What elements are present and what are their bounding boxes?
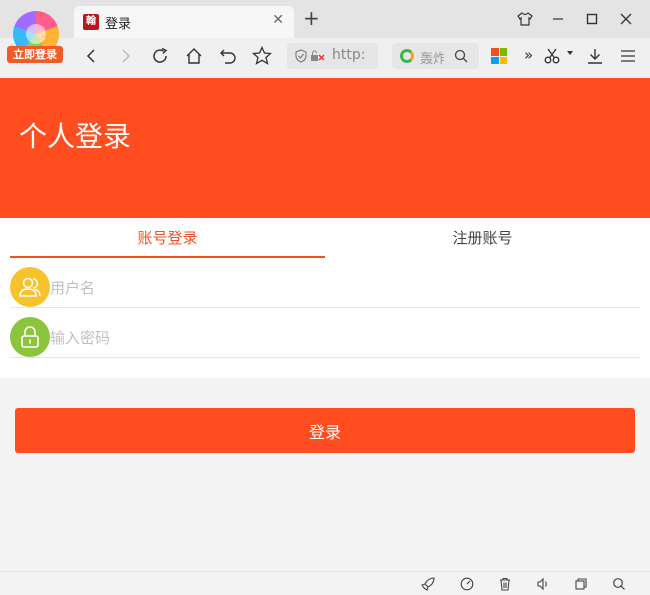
rocket-icon[interactable] (420, 576, 436, 592)
reload-button[interactable] (148, 44, 172, 68)
zoom-search-icon[interactable] (611, 576, 627, 592)
apps-tile (499, 56, 507, 64)
close-window-button[interactable] (614, 7, 638, 31)
minimize-icon (553, 18, 563, 20)
search-engine-icon (400, 49, 414, 63)
tab-close-icon[interactable]: ✕ (272, 12, 284, 28)
skin-button[interactable] (513, 7, 537, 31)
undo-button[interactable] (216, 44, 240, 68)
menu-button[interactable] (616, 44, 640, 68)
reload-icon (153, 47, 168, 63)
apps-icon[interactable] (491, 48, 507, 64)
download-icon (588, 49, 602, 64)
login-tabs: 账号登录 注册账号 (0, 218, 650, 258)
screenshot-button[interactable] (540, 44, 564, 68)
tab-register[interactable]: 注册账号 (325, 218, 640, 258)
search-icon (454, 49, 468, 63)
trash-icon[interactable] (497, 576, 513, 592)
home-button[interactable] (182, 44, 206, 68)
menu-icon (621, 50, 635, 62)
more-extensions-button[interactable]: » (524, 46, 533, 64)
login-form (0, 258, 650, 378)
home-icon (186, 48, 202, 64)
forward-icon (122, 49, 131, 63)
maximize-button[interactable] (580, 7, 604, 31)
star-icon (252, 46, 272, 65)
apps-tile (499, 48, 507, 56)
page-header: 个人登录 (0, 78, 650, 218)
address-text: http: (332, 47, 366, 63)
username-row (10, 258, 640, 308)
password-input[interactable] (50, 318, 630, 358)
user-icon (10, 267, 50, 307)
new-tab-button[interactable]: + (303, 8, 320, 28)
speed-icon[interactable] (459, 576, 475, 592)
download-button[interactable] (583, 44, 607, 68)
password-row (10, 308, 640, 358)
login-now-badge[interactable]: 立即登录 (7, 46, 63, 63)
close-icon (620, 13, 632, 25)
maximize-icon (586, 13, 598, 25)
username-input[interactable] (50, 268, 630, 308)
favorite-button[interactable] (250, 44, 274, 68)
browser-tab[interactable]: 翰 登录 ✕ (74, 6, 294, 38)
apps-tile (491, 48, 499, 56)
undo-icon (220, 49, 236, 64)
page-title: 个人登录 (19, 120, 132, 153)
tab-title: 登录 (105, 17, 132, 32)
window-icon[interactable] (573, 576, 589, 592)
scissors-icon (544, 48, 560, 64)
tab-account-login[interactable]: 账号登录 (10, 218, 325, 258)
browser-search-box[interactable]: 轰炸 (392, 43, 479, 69)
screenshot-dropdown-icon[interactable] (567, 51, 573, 55)
security-shield-icon (295, 49, 325, 63)
sound-icon[interactable] (535, 576, 551, 592)
back-icon (86, 49, 95, 63)
lock-icon (10, 317, 50, 357)
site-favicon-icon: 翰 (83, 14, 99, 30)
apps-tile (491, 56, 499, 64)
browser-chrome: 翰 登录 ✕ + 立即登录 http: 轰炸 » (0, 0, 650, 78)
tab-strip: 翰 登录 ✕ + (0, 0, 650, 38)
login-button[interactable]: 登录 (15, 408, 635, 453)
address-bar[interactable]: http: (287, 43, 378, 69)
forward-button[interactable] (114, 44, 138, 68)
back-button[interactable] (79, 44, 103, 68)
search-box-text: 轰炸 (420, 52, 444, 67)
shirt-icon (517, 12, 533, 26)
status-bar (0, 571, 650, 595)
minimize-button[interactable] (546, 7, 570, 31)
